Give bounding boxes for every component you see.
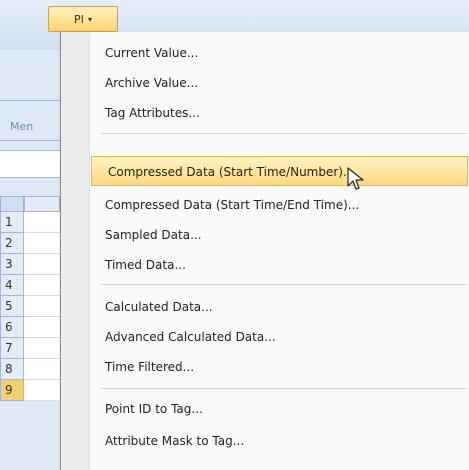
row-header[interactable]: 3 [0,254,24,275]
cell[interactable] [24,233,60,254]
menu-separator [101,133,466,134]
column-header[interactable] [24,196,60,212]
ribbon-group-label: Men [10,120,34,133]
menu-item-tag-attributes[interactable]: Tag Attributes... [89,98,469,128]
ribbon-divider [0,140,60,141]
cell[interactable] [24,317,60,338]
menu-item-time-filtered[interactable]: Time Filtered... [89,352,469,382]
pi-dropdown-menu: Current Value... Archive Value... Tag At… [60,32,469,470]
cell[interactable] [24,212,60,233]
cell[interactable] [24,380,60,401]
menu-item-sampled-data[interactable]: Sampled Data... [89,220,469,250]
menu-separator [101,388,466,389]
row-header[interactable]: 6 [0,317,24,338]
menu-item-advanced-calculated-data[interactable]: Advanced Calculated Data... [89,322,469,352]
cell[interactable] [24,338,60,359]
menu-item-point-id-to-tag[interactable]: Point ID to Tag... [89,394,469,424]
mouse-pointer-icon [347,167,364,190]
pi-button-label: PI [74,12,84,26]
menu-item-compressed-data-end-time[interactable]: Compressed Data (Start Time/End Time)... [89,190,469,220]
name-box[interactable] [0,150,60,178]
cell[interactable] [24,275,60,296]
ribbon-divider [0,100,60,101]
pi-menu-button[interactable]: PI ▾ [48,6,118,32]
menu-separator [101,284,466,285]
row-header[interactable]: 2 [0,233,24,254]
row-header[interactable]: 4 [0,275,24,296]
row-header[interactable]: 1 [0,212,24,233]
cell[interactable] [24,254,60,275]
cell[interactable] [24,359,60,380]
row-headers: 1 2 3 4 5 6 7 8 9 [0,212,24,401]
row-header-active[interactable]: 9 [0,380,24,401]
select-all-corner[interactable] [0,196,24,212]
menu-item-attribute-mask-to-tag[interactable]: Attribute Mask to Tag... [89,426,469,456]
menu-item-current-value[interactable]: Current Value... [89,38,469,68]
row-header[interactable]: 7 [0,338,24,359]
menu-item-archive-value[interactable]: Archive Value... [89,68,469,98]
cell[interactable] [24,296,60,317]
sheet-cells[interactable] [24,212,60,401]
menu-item-compressed-data-number[interactable]: Compressed Data (Start Time/Number)... [91,156,468,186]
chevron-down-icon: ▾ [87,14,92,24]
row-header[interactable]: 5 [0,296,24,317]
row-header[interactable]: 8 [0,359,24,380]
menu-item-calculated-data[interactable]: Calculated Data... [89,292,469,322]
menu-icon-gutter [61,32,90,470]
menu-item-timed-data[interactable]: Timed Data... [89,250,469,280]
